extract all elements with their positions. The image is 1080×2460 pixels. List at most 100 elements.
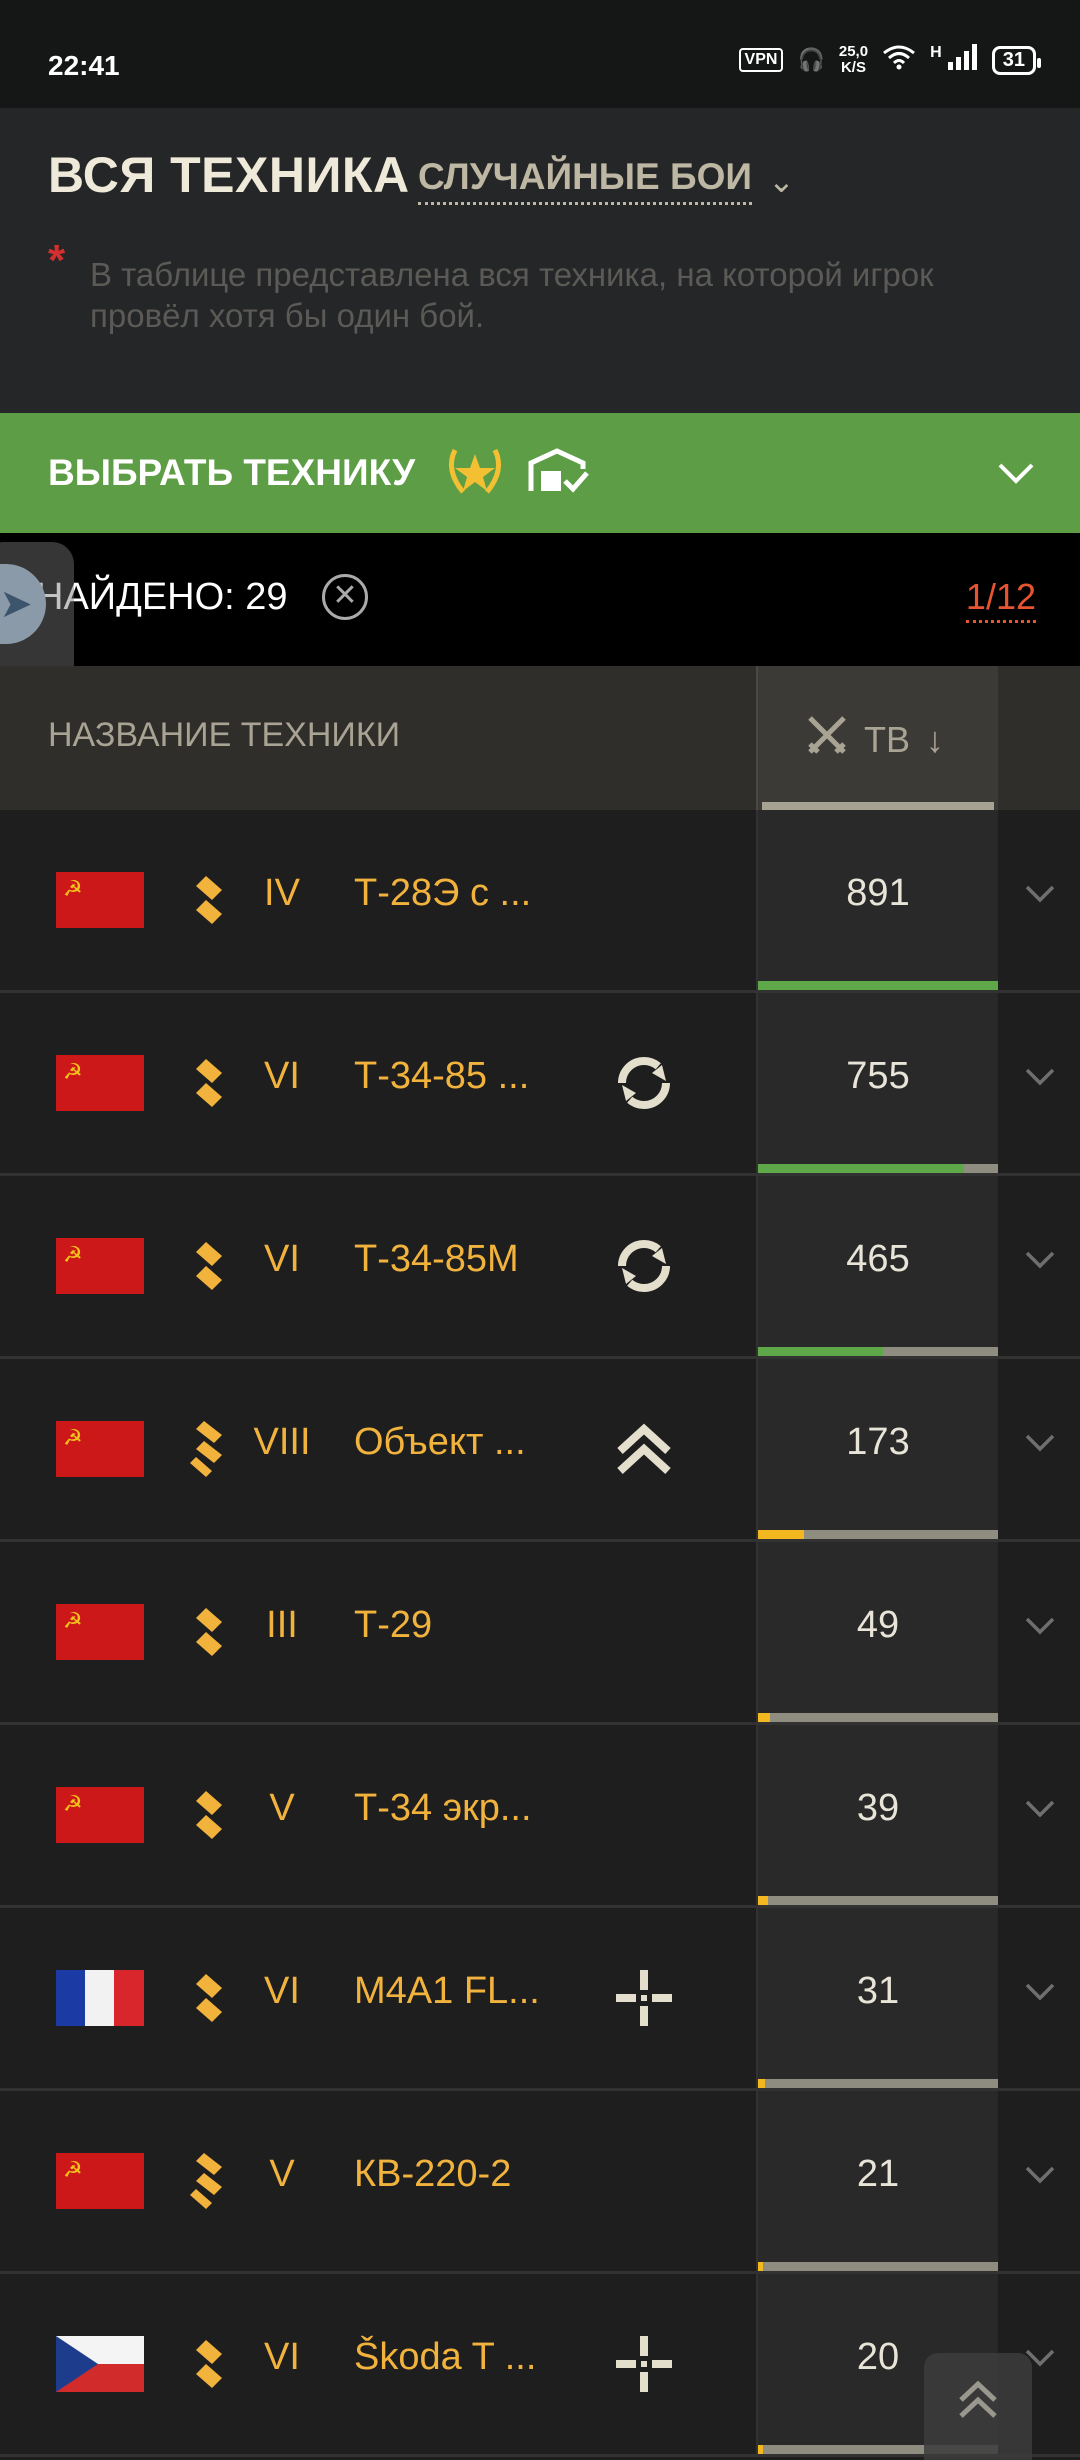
signal-icon: H — [930, 44, 978, 76]
vehicle-row[interactable]: IV Т-28Э с ... 891 — [0, 810, 1080, 993]
battles-progress-fill — [758, 981, 998, 990]
vehicle-name[interactable]: Т-29 — [354, 1604, 432, 1647]
battles-cell: 39 — [756, 1725, 998, 1905]
speed-unit: K/S — [840, 59, 866, 76]
chevron-down-icon[interactable] — [1024, 1242, 1056, 1279]
vehicle-row[interactable]: VI M4A1 FL... 31 — [0, 1908, 1080, 2091]
battles-value: 39 — [856, 1787, 900, 1829]
vehicle-row[interactable]: VI Т-34-85М 465 — [0, 1176, 1080, 1359]
results-bar: НАЙДЕНО: 29 ✕ 1/12 — [0, 533, 1080, 666]
chevron-down-icon[interactable] — [1024, 2157, 1056, 2194]
flag-ussr-icon — [56, 1238, 144, 1294]
rotation-icon — [612, 1234, 676, 1298]
vehicle-row[interactable]: VI Т-34-85 ... 755 — [0, 993, 1080, 1176]
battles-header-text[interactable]: ТВ — [864, 719, 910, 761]
battles-cell: 465 — [756, 1176, 998, 1356]
battles-progress-fill — [758, 1713, 770, 1722]
flag-ussr-icon — [56, 2153, 144, 2209]
crosshair-icon — [612, 2332, 676, 2396]
vpn-icon: VPN — [738, 48, 784, 72]
column-battles-header[interactable]: ТВ ↓ — [756, 666, 998, 810]
battery-icon: 31 — [991, 45, 1042, 75]
medium-tank-icon — [182, 2334, 226, 2394]
battles-cell: 891 — [756, 810, 998, 990]
battles-progress-bar — [758, 2262, 998, 2271]
page-indicator[interactable]: 1/12 — [965, 576, 1036, 623]
battles-progress-fill — [758, 2079, 766, 2088]
hangar-check-icon — [527, 445, 591, 502]
vehicle-name[interactable]: Škoda T ... — [354, 2336, 536, 2379]
heavy-tank-icon — [182, 2151, 226, 2211]
vehicle-row[interactable]: V Т-34 экр... 39 — [0, 1725, 1080, 1908]
vehicle-name[interactable]: M4A1 FL... — [354, 1970, 540, 2013]
flag-france-icon — [56, 1970, 144, 2026]
chevron-down-icon[interactable] — [1024, 1425, 1056, 1462]
speed-value: 25,0 — [838, 43, 869, 60]
vehicle-row[interactable]: III Т-29 49 — [0, 1542, 1080, 1725]
chevron-down-icon[interactable] — [1024, 1791, 1056, 1828]
battles-progress-bar — [758, 1530, 998, 1539]
battles-progress-bar — [758, 2079, 998, 2088]
vehicle-row[interactable]: V КВ-220-2 21 — [0, 2091, 1080, 2274]
flag-ussr-icon — [56, 872, 144, 928]
table-note: В таблице представлена вся техника, на к… — [90, 256, 934, 334]
page-header: ВСЯ ТЕХНИКА СЛУЧАЙНЫЕ БОИ ⌄ * В таблице … — [0, 108, 1080, 413]
chevron-down-icon[interactable] — [1024, 1974, 1056, 2011]
battles-value: 49 — [856, 1604, 900, 1646]
scroll-to-top-button[interactable] — [924, 2353, 1032, 2460]
battles-value: 31 — [856, 1970, 900, 2012]
vehicle-name[interactable]: Объект ... — [354, 1421, 526, 1464]
status-time: 22:41 — [48, 50, 120, 81]
medium-tank-icon — [182, 1968, 226, 2028]
battles-progress-bar — [758, 981, 998, 990]
battles-value: 465 — [846, 1238, 910, 1280]
chevron-down-icon[interactable] — [1024, 876, 1056, 913]
rank-up-icon — [612, 1417, 676, 1481]
battles-progress-fill — [758, 2262, 763, 2271]
chevron-down-icon[interactable] — [996, 449, 1036, 497]
battles-cell: 49 — [756, 1542, 998, 1722]
flag-ussr-icon — [56, 1787, 144, 1843]
battles-value: 755 — [846, 1055, 910, 1097]
crosshair-icon — [612, 1966, 676, 2030]
page-title: ВСЯ ТЕХНИКА — [48, 147, 410, 203]
wifi-icon — [882, 44, 916, 76]
vehicle-row[interactable]: VI Škoda T ... 20 — [0, 2274, 1080, 2457]
vehicle-name[interactable]: Т-28Э с ... — [354, 872, 531, 915]
battle-mode-dropdown[interactable]: СЛУЧАЙНЫЕ БОИ ⌄ — [418, 156, 795, 205]
flag-ussr-icon — [56, 1604, 144, 1660]
battles-cell: 755 — [756, 993, 998, 1173]
battles-progress-fill — [758, 1896, 768, 1905]
vehicle-name[interactable]: Т-34-85 ... — [354, 1055, 529, 1098]
vehicle-tier: V — [269, 1787, 295, 1829]
battles-value: 173 — [846, 1421, 910, 1463]
note-asterisk: * — [48, 236, 66, 285]
vehicle-tier: III — [266, 1604, 298, 1646]
vehicle-row[interactable]: VIII Объект ... 173 — [0, 1359, 1080, 1542]
medium-tank-icon — [182, 870, 226, 930]
select-vehicles-label[interactable]: ВЫБРАТЬ ТЕХНИКУ — [48, 452, 415, 494]
chevron-down-icon[interactable] — [1024, 1608, 1056, 1645]
vehicle-name[interactable]: КВ-220-2 — [354, 2153, 511, 2196]
vehicle-name[interactable]: Т-34 экр... — [354, 1787, 532, 1830]
crossed-swords-icon — [806, 714, 848, 765]
battles-progress-fill — [758, 1347, 883, 1356]
battles-header-label[interactable]: ТВ ↓ — [806, 714, 944, 765]
medium-tank-icon — [182, 1236, 226, 1296]
chevron-down-icon[interactable]: ⌄ — [768, 162, 795, 200]
mastery-laurel-icon — [441, 442, 509, 505]
sort-down-arrow-icon: ↓ — [926, 718, 945, 760]
battles-progress-fill — [758, 2445, 763, 2454]
battle-mode-label[interactable]: СЛУЧАЙНЫЕ БОИ — [418, 156, 752, 205]
battles-progress-bar — [758, 1347, 998, 1356]
column-name-header[interactable]: НАЗВАНИЕ ТЕХНИКИ — [48, 716, 400, 755]
medium-tank-icon — [182, 1053, 226, 1113]
chevron-down-icon[interactable] — [1024, 1059, 1056, 1096]
vehicle-name[interactable]: Т-34-85М — [354, 1238, 519, 1281]
flag-czech-icon — [56, 2336, 144, 2392]
vehicle-tier: VI — [264, 1238, 300, 1280]
battles-progress-bar — [758, 1896, 998, 1905]
clear-filter-button[interactable]: ✕ — [322, 574, 368, 620]
select-vehicles-bar[interactable]: ВЫБРАТЬ ТЕХНИКУ — [0, 413, 1080, 533]
telegram-icon[interactable]: ➤ — [0, 564, 46, 644]
